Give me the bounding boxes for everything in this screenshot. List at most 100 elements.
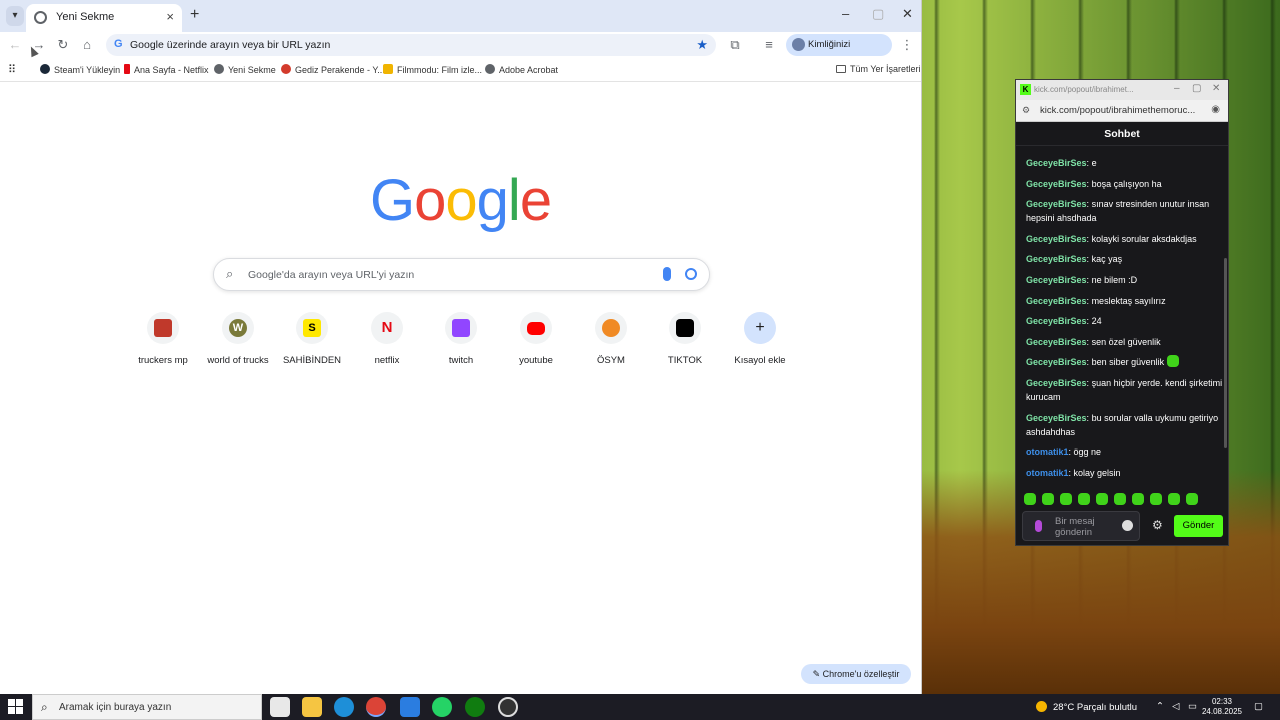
volume-icon[interactable]: ◁ [1172,701,1179,712]
truck-icon [154,319,172,337]
microphone-icon[interactable] [1035,520,1042,532]
bookmark-steam[interactable]: Steam'i Yükleyin [40,64,120,75]
customize-chrome-button[interactable]: ✎ Chrome'u özelleştir [801,664,911,684]
chat-message: GeceyeBirSes: kaç yaş [1026,254,1123,265]
bookmark-star-icon[interactable]: ★ [696,37,708,53]
shortcut-icon-frame [520,312,552,344]
close-window-icon[interactable]: ✕ [1212,83,1220,94]
store-icon[interactable] [400,697,420,717]
shortcut-twitch[interactable]: twitch [424,312,498,366]
netflix-icon: N [381,319,393,336]
site-settings-icon[interactable]: ⚙ [1022,105,1030,116]
google-search-input[interactable]: ⌕ Google'da arayın veya URL'yi yazın [213,258,710,291]
close-window-icon[interactable]: ✕ [902,6,913,22]
close-tab-icon[interactable]: × [166,9,174,24]
emote-icon[interactable] [1150,493,1162,505]
taskbar-search-input[interactable]: ⌕ Aramak için buraya yazın [32,694,262,720]
extensions-icon[interactable]: ⧉ [726,36,744,54]
all-bookmarks[interactable]: Tüm Yer İşaretleri [836,64,921,74]
apps-grid-icon[interactable]: ⠿ [8,63,16,76]
chat-username[interactable]: GeceyeBirSes [1026,413,1087,423]
omnibox[interactable]: G Google üzerinde arayın veya bir URL ya… [106,34,716,56]
emoji-icon[interactable] [1122,520,1133,531]
emote-icon[interactable] [1114,493,1126,505]
eye-off-icon[interactable]: ◉ [1211,104,1220,115]
taskbar-clock[interactable]: 02:33 24.08.2025 [1200,697,1244,717]
shortcut-osym[interactable]: ÖSYM [574,312,648,366]
clock-time: 02:33 [1211,697,1233,706]
popout-url-bar[interactable]: ⚙ kick.com/popout/ibrahimethemoruc... ◉ [1016,100,1228,122]
google-lens-icon[interactable] [685,268,697,280]
chat-username[interactable]: otomatik1 [1026,468,1069,478]
chat-username[interactable]: GeceyeBirSes [1026,296,1087,306]
emote-icon[interactable] [1096,493,1108,505]
chat-username[interactable]: GeceyeBirSes [1026,275,1087,285]
file-explorer-icon[interactable] [302,697,322,717]
xbox-icon[interactable] [465,697,485,717]
tab-search-icon[interactable]: ▾ [6,6,24,26]
chat-settings-icon[interactable]: ⚙ [1152,518,1163,532]
bookmark-netflix[interactable]: Ana Sayfa - Netflix [124,64,209,75]
minimize-icon[interactable]: – [1174,83,1180,94]
maximize-icon[interactable]: ▢ [872,6,884,22]
taskbar-search-placeholder: Aramak için buraya yazın [59,702,172,713]
shortcut-add[interactable]: + Kısayol ekle [723,312,797,366]
chat-username[interactable]: GeceyeBirSes [1026,254,1087,264]
media-controls-icon[interactable]: ≡ [760,36,778,54]
notifications-icon[interactable]: ▢ [1254,701,1263,712]
bookmark-new-tab[interactable]: Yeni Sekme [214,64,276,75]
shortcut-youtube[interactable]: youtube [499,312,573,366]
reload-icon[interactable]: ↻ [54,36,72,54]
speedtest-icon[interactable] [498,697,518,717]
shortcut-truckers-mp[interactable]: truckers mp [126,312,200,366]
chat-message-input[interactable]: Bir mesaj gönderin [1022,511,1140,541]
chat-username[interactable]: otomatik1 [1026,447,1069,457]
chat-username[interactable]: GeceyeBirSes [1026,199,1087,209]
emote-icon[interactable] [1042,493,1054,505]
emote-icon [1166,355,1179,368]
send-button[interactable]: Gönder [1174,515,1223,537]
chat-text: boşa çalışıyon ha [1091,178,1162,189]
shortcut-world-of-trucks[interactable]: Wworld of trucks [201,312,275,366]
chat-username[interactable]: GeceyeBirSes [1026,316,1087,326]
plus-icon: + [755,319,765,336]
chat-scrollbar[interactable] [1224,258,1227,448]
voice-search-icon[interactable] [663,267,671,281]
edge-icon[interactable] [334,697,354,717]
whatsapp-icon[interactable] [432,697,452,717]
shortcut-tiktok[interactable]: TIKTOK [648,312,722,366]
shortcut-sahibinden[interactable]: S SAHİBİNDEN [275,312,349,366]
more-menu-icon[interactable]: ⋮ [898,36,916,54]
emote-icon[interactable] [1132,493,1144,505]
chat-username[interactable]: GeceyeBirSes [1026,158,1087,168]
emote-icon[interactable] [1186,493,1198,505]
profile-button[interactable]: Kimliğinizi doğrulayın [786,34,892,72]
chat-username[interactable]: GeceyeBirSes [1026,357,1087,367]
chat-username[interactable]: GeceyeBirSes [1026,378,1087,388]
filmmodu-icon [383,64,393,74]
network-icon[interactable]: ▭ [1188,701,1197,712]
chat-username[interactable]: GeceyeBirSes [1026,179,1087,189]
chrome-taskbar-icon[interactable] [366,697,386,717]
maximize-icon[interactable]: ▢ [1192,83,1201,94]
emote-icon[interactable] [1078,493,1090,505]
bookmark-adobe[interactable]: Adobe Acrobat [485,64,558,75]
home-icon[interactable]: ⌂ [78,36,96,54]
weather-widget[interactable]: 28°C Parçalı bulutlu [1036,701,1137,713]
bookmark-filmmodu[interactable]: Filmmodu: Film izle... [383,64,482,75]
windows-start-icon[interactable] [8,699,23,714]
emote-icon[interactable] [1060,493,1072,505]
task-view-icon[interactable] [270,697,290,717]
tab-strip: ▾ Yeni Sekme × + – ▢ ✕ [0,0,921,32]
new-tab-icon[interactable]: + [190,6,199,24]
tray-chevron-icon[interactable]: ⌃ [1156,701,1164,712]
chat-username[interactable]: GeceyeBirSes [1026,337,1087,347]
back-icon[interactable]: ← [6,36,24,54]
emote-icon[interactable] [1168,493,1180,505]
emote-icon[interactable] [1024,493,1036,505]
bookmark-gediz[interactable]: Gediz Perakende - Y... [281,64,385,75]
tab-new-tab[interactable]: Yeni Sekme × [26,4,182,32]
shortcut-netflix[interactable]: Nnetflix [350,312,424,366]
minimize-icon[interactable]: – [842,6,849,21]
chat-username[interactable]: GeceyeBirSes [1026,234,1087,244]
